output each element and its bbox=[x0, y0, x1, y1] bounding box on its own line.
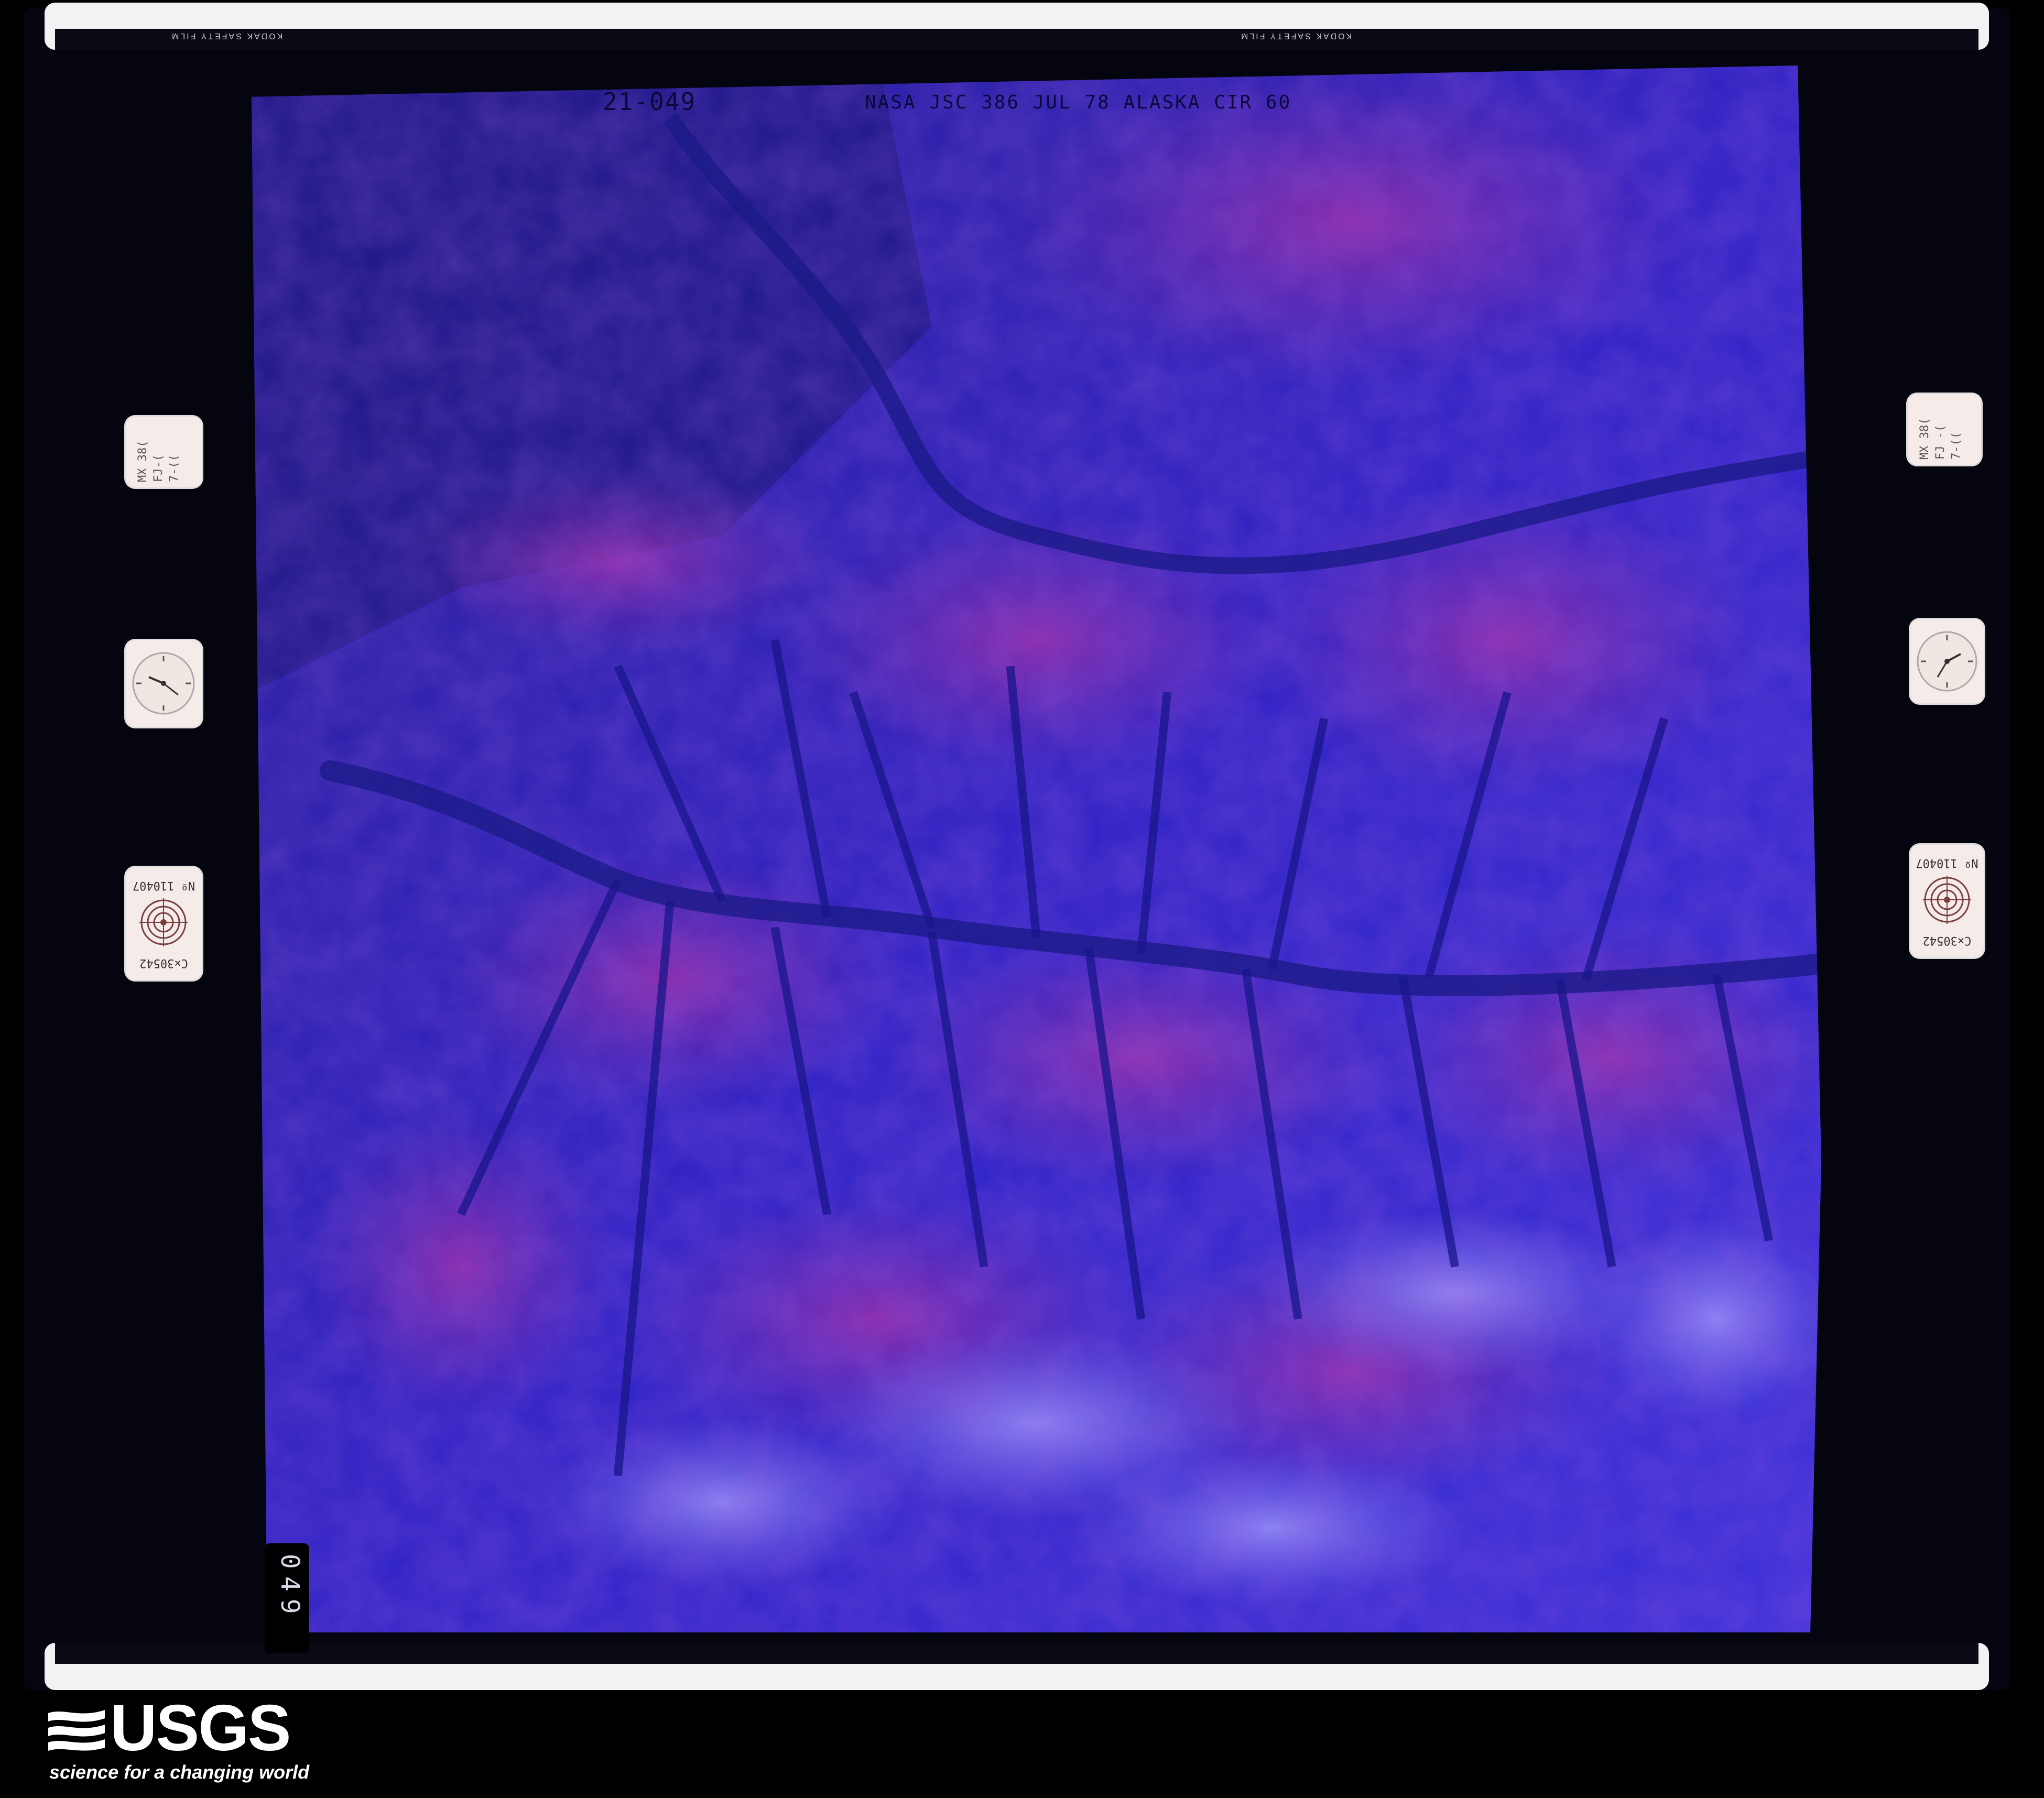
usgs-tagline: science for a changing world bbox=[49, 1761, 310, 1783]
film-edge-bottom bbox=[45, 1643, 1989, 1690]
target-serial: Nº 110407 bbox=[1916, 856, 1978, 869]
film-edge-band bbox=[55, 29, 1978, 50]
film-edge-band bbox=[55, 1643, 1978, 1664]
film-edge-label: KODAK SAFETY FILM bbox=[170, 31, 283, 40]
frame-id: 21-049 bbox=[603, 88, 697, 116]
annotation-line: FJ -( bbox=[1934, 424, 1947, 460]
target-serial: Nº 110407 bbox=[132, 879, 195, 892]
aerial-photograph: 21-049 NASA JSC 386 JUL 78 ALASKA CIR 60 bbox=[252, 66, 1821, 1632]
right-target-block: Nº 110407 C×30542 bbox=[1910, 845, 1984, 957]
frame-number-label: 049 bbox=[265, 1543, 309, 1653]
left-clock-dial bbox=[126, 640, 202, 727]
usgs-logo: USGS science for a changing world bbox=[48, 1692, 321, 1790]
clock-icon bbox=[1917, 631, 1977, 692]
usgs-wave-icon bbox=[48, 1703, 105, 1755]
usgs-wordmark: USGS bbox=[110, 1692, 291, 1764]
annotation-line: MX 38( bbox=[136, 440, 149, 482]
target-icon bbox=[1923, 876, 1971, 924]
terrain-image bbox=[252, 66, 1821, 1632]
film-edge-label: KODAK SAFETY FILM bbox=[1240, 31, 1352, 40]
right-clock-dial bbox=[1910, 619, 1984, 703]
frame-number: 049 bbox=[275, 1554, 305, 1621]
target-code: C×30542 bbox=[139, 956, 188, 969]
annotation-line: MX 38( bbox=[1918, 418, 1931, 460]
target-code: C×30542 bbox=[1922, 934, 1972, 947]
annotation-line: 7-(( bbox=[168, 454, 181, 482]
annotation-line: 7-(( bbox=[1950, 432, 1963, 460]
right-annotation-box: MX 38( FJ -( 7-(( bbox=[1908, 394, 1981, 465]
mission-caption: NASA JSC 386 JUL 78 ALASKA CIR 60 bbox=[865, 92, 1292, 113]
target-icon bbox=[139, 898, 188, 946]
left-annotation-box: MX 38( FJ-( 7-(( bbox=[126, 417, 202, 487]
film-edge-top: KODAK SAFETY FILM KODAK SAFETY FILM bbox=[45, 3, 1989, 50]
clock-icon bbox=[132, 652, 195, 715]
photo-caption: 21-049 NASA JSC 386 JUL 78 ALASKA CIR 60 bbox=[252, 88, 1821, 119]
annotation-line: FJ-( bbox=[152, 454, 165, 482]
left-target-block: Nº 110407 C×30542 bbox=[126, 867, 202, 980]
